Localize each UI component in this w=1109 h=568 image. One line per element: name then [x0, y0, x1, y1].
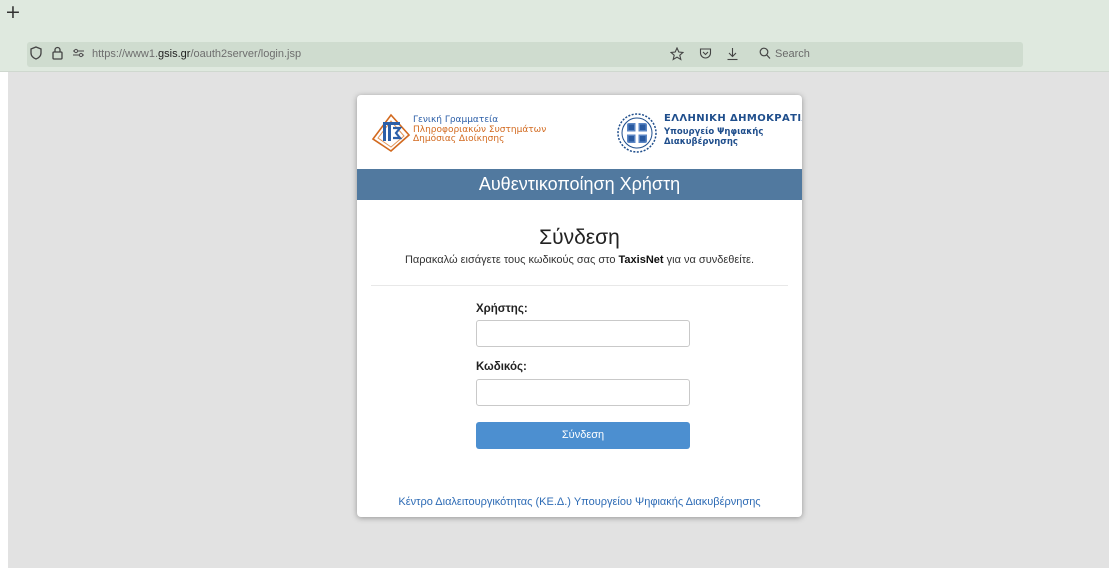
- url-path: /oauth2server/login.jsp: [190, 48, 302, 60]
- password-field[interactable]: [476, 379, 690, 406]
- hellenic-republic-title: ΕΛΛΗΝΙΚΗ ΔΗΜΟΚΡΑΤΙΑ: [664, 113, 802, 124]
- download-icon[interactable]: [726, 47, 739, 66]
- url-text[interactable]: https://www1.gsis.gr/oauth2server/login.…: [92, 47, 301, 62]
- tab-bar: +: [0, 0, 1109, 36]
- url-domain: gsis.gr: [158, 48, 191, 60]
- star-icon[interactable]: [669, 46, 685, 66]
- username-label: Χρήστης:: [476, 303, 528, 315]
- authentication-banner: Αυθεντικοποίηση Χρήστη: [357, 169, 802, 200]
- login-card: Γενική Γραμματεία Πληροφοριακών Συστημάτ…: [357, 95, 802, 517]
- url-prefix: https://www1.: [92, 48, 159, 60]
- search-input[interactable]: Search: [775, 47, 810, 62]
- login-subtitle-start: Παρακαλώ εισάγετε τους κωδικούς σας στο: [404, 254, 619, 266]
- username-field[interactable]: [476, 320, 690, 347]
- interoperability-center-link[interactable]: Κέντρο Διαλειτουργικότητας (ΚΕ.Δ.) Υπουρ…: [357, 496, 802, 508]
- new-tab-button[interactable]: +: [5, 2, 21, 22]
- taxisnet-name: TaxisNet: [618, 254, 664, 266]
- search-icon[interactable]: [759, 47, 771, 65]
- hellenic-republic-seal-icon: [616, 112, 658, 159]
- gsis-line-3: Δημόσιας Διοίκησης: [413, 134, 505, 144]
- login-subtitle-end: για να συνδεθείτε.: [663, 254, 755, 266]
- shield-icon[interactable]: [30, 46, 42, 60]
- gsis-logo-icon: [369, 111, 413, 158]
- divider: [371, 285, 788, 286]
- login-subtitle: Παρακαλώ εισάγετε τους κωδικούς σας στο …: [357, 254, 802, 266]
- pocket-icon[interactable]: [699, 47, 712, 65]
- ministry-line-2: Διακυβέρνησης: [664, 136, 738, 147]
- password-label: Κωδικός:: [476, 361, 527, 373]
- permissions-icon[interactable]: [72, 47, 85, 59]
- login-title: Σύνδεση: [539, 226, 620, 249]
- card-header: Γενική Γραμματεία Πληροφοριακών Συστημάτ…: [357, 95, 802, 169]
- lock-icon[interactable]: [52, 46, 63, 60]
- login-button[interactable]: Σύνδεση: [476, 422, 690, 449]
- gsis-logo-text: Γενική Γραμματεία Πληροφοριακών Συστημάτ…: [413, 115, 546, 145]
- navigation-toolbar: https://www1.gsis.gr/oauth2server/login.…: [0, 36, 1109, 72]
- ministry-logo-text: ΕΛΛΗΝΙΚΗ ΔΗΜΟΚΡΑΤΙΑ Υπουργείο Ψηφιακής Δ…: [664, 113, 802, 147]
